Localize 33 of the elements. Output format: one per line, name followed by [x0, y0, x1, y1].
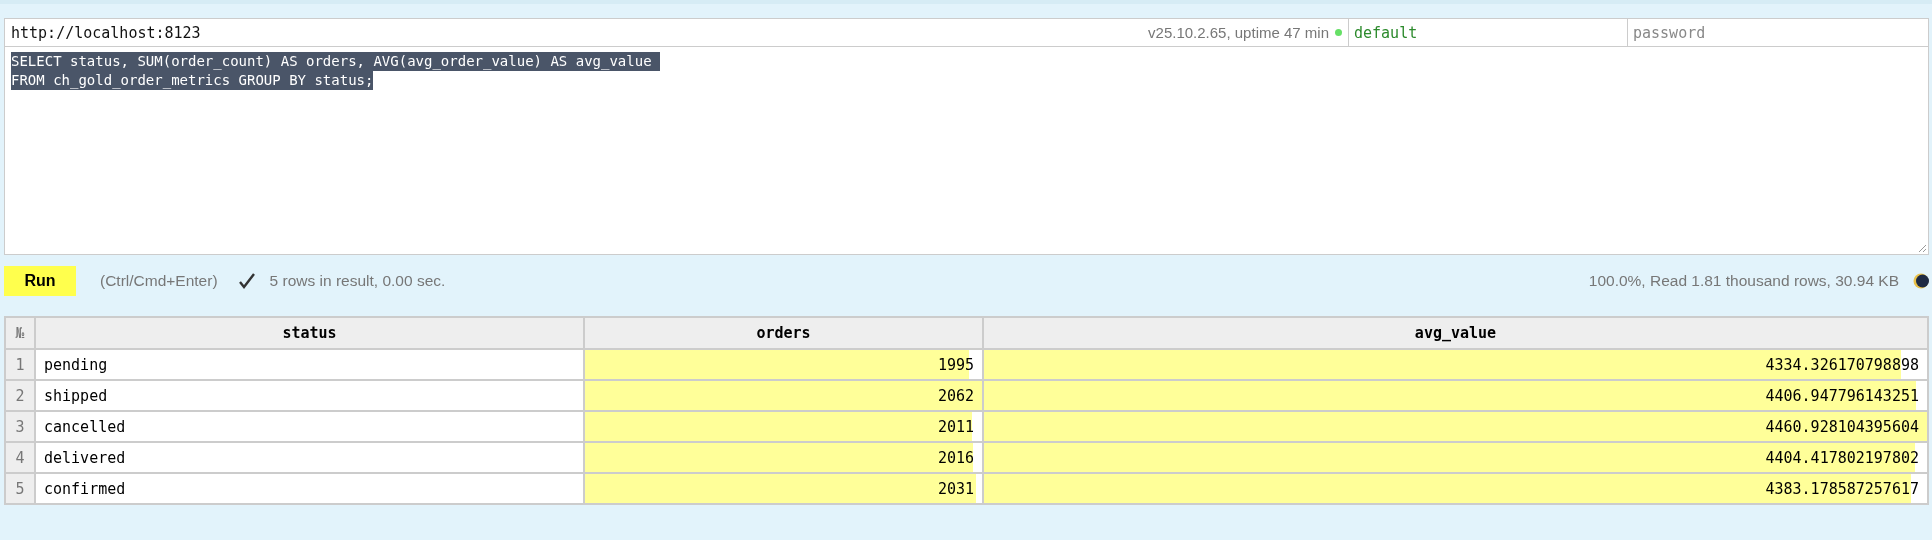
row-number: 4	[5, 442, 35, 473]
table-cell: confirmed	[35, 473, 584, 504]
row-number: 5	[5, 473, 35, 504]
table-cell: shipped	[35, 380, 584, 411]
row-number: 1	[5, 349, 35, 380]
table-cell: cancelled	[35, 411, 584, 442]
url-field[interactable]: http://localhost:8123	[5, 23, 1149, 42]
table-cell: 4404.417802197802	[983, 442, 1928, 473]
table-cell: 4406.947796143251	[983, 380, 1928, 411]
row-number: 3	[5, 411, 35, 442]
result-summary: 5 rows in result, 0.00 sec.	[269, 272, 446, 290]
resize-grip-icon[interactable]	[1918, 244, 1927, 253]
query-stats: 100.0%, Read 1.81 thousand rows, 30.94 KB	[1588, 272, 1899, 290]
table-cell: 2016	[584, 442, 983, 473]
query-editor[interactable]: SELECT status, SUM(order_count) AS orders, AVG(avg_order_value) AS avg_value FROM ch_gold_order_metrics GROUP BY status;	[4, 47, 1929, 255]
index-header: №	[5, 317, 35, 349]
shortcut-hint: (Ctrl/Cmd+Enter)	[100, 272, 218, 290]
table-cell: 2031	[584, 473, 983, 504]
column-header: avg_value	[983, 317, 1928, 349]
server-info: v25.10.2.65, uptime 47 min	[1148, 24, 1329, 41]
run-button[interactable]: Run	[4, 266, 76, 296]
column-header: status	[35, 317, 584, 349]
column-header: orders	[584, 317, 983, 349]
table-cell: 4334.326170798898	[983, 349, 1928, 380]
table-cell: 2062	[584, 380, 983, 411]
table-cell: pending	[35, 349, 584, 380]
row-number: 2	[5, 380, 35, 411]
table-cell: 4460.928104395604	[983, 411, 1928, 442]
table-cell: 1995	[584, 349, 983, 380]
moon-icon[interactable]	[1913, 273, 1929, 289]
table-cell: 2011	[584, 411, 983, 442]
table-cell: 4383.178587257617	[983, 473, 1928, 504]
table-cell: delivered	[35, 442, 584, 473]
